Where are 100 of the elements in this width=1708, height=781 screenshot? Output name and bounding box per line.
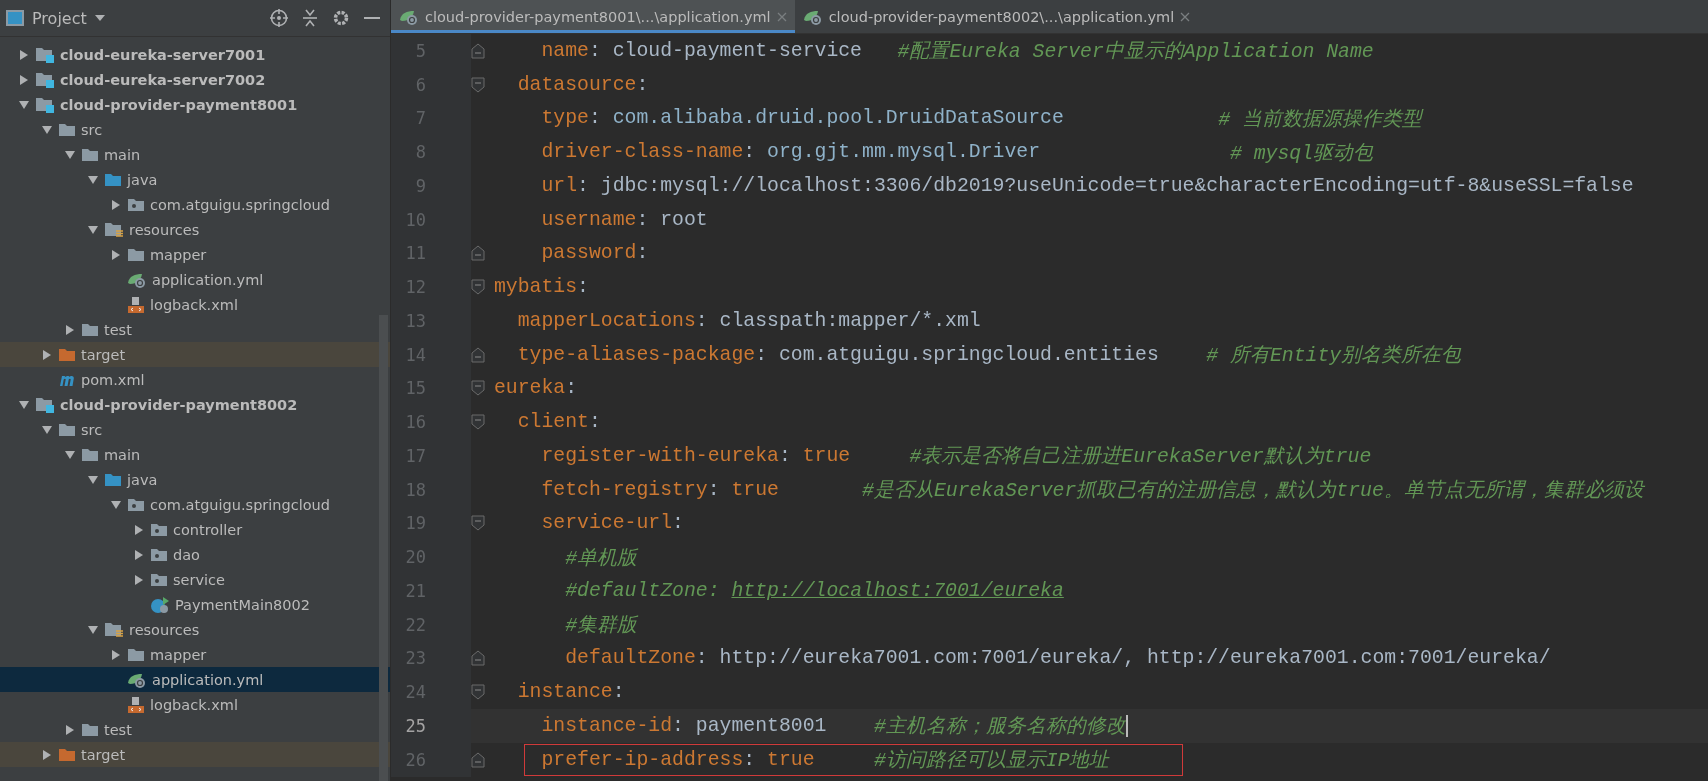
xml-file-icon xyxy=(127,695,145,714)
tree-item-label: src xyxy=(81,421,103,438)
fold-marker-icon[interactable] xyxy=(471,650,485,667)
tree-item[interactable]: mapper xyxy=(0,242,390,267)
tree-item-label: main xyxy=(104,446,141,463)
code-line: #集群版 xyxy=(564,614,638,640)
collapse-arrow-icon[interactable] xyxy=(41,123,53,136)
collapse-arrow-icon[interactable] xyxy=(87,223,99,236)
code-line: mapperLocations: classpath:mapper/*.xml xyxy=(516,308,981,334)
tree-item[interactable]: main xyxy=(0,442,390,467)
tree-item[interactable]: logback.xml xyxy=(0,292,390,317)
tree-item-label: resources xyxy=(129,621,200,638)
settings-icon[interactable] xyxy=(332,9,350,27)
tree-item[interactable]: java xyxy=(0,467,390,492)
tree-item[interactable]: cloud-eureka-server7002 xyxy=(0,67,390,92)
editor-tab[interactable]: cloud-provider-payment8002\...\application.yml xyxy=(794,0,1199,33)
tree-item-label: test xyxy=(104,721,132,738)
expand-arrow-icon[interactable] xyxy=(64,323,76,336)
collapse-arrow-icon[interactable] xyxy=(87,473,99,486)
fold-marker-icon[interactable] xyxy=(471,515,485,532)
tree-item[interactable]: dao xyxy=(0,542,390,567)
scrollbar-thumb[interactable] xyxy=(379,315,388,781)
expand-arrow-icon[interactable] xyxy=(110,198,122,211)
expand-arrow-icon[interactable] xyxy=(133,573,145,586)
tree-item[interactable]: application.yml xyxy=(0,667,390,692)
collapse-arrow-icon[interactable] xyxy=(87,623,99,636)
tree-item[interactable]: controller xyxy=(0,517,390,542)
tree-item[interactable]: application.yml xyxy=(0,267,390,292)
code-line: #单机版 xyxy=(564,546,638,572)
code-line: username: root xyxy=(540,207,708,233)
tree-item[interactable]: java xyxy=(0,167,390,192)
tree-item[interactable]: PaymentMain8002 xyxy=(0,592,390,617)
tree-item-label: main xyxy=(104,146,141,163)
code-line: instance: xyxy=(516,680,625,706)
tree-item[interactable]: resources xyxy=(0,617,390,642)
fold-marker-icon[interactable] xyxy=(471,414,485,431)
tree-item[interactable]: logback.xml xyxy=(0,692,390,717)
folder-icon xyxy=(81,446,99,463)
minimize-icon[interactable] xyxy=(364,16,380,20)
collapse-arrow-icon[interactable] xyxy=(64,148,76,161)
tree-item[interactable]: cloud-provider-payment8001 xyxy=(0,92,390,117)
tree-item-label: logback.xml xyxy=(150,296,238,313)
package-folder-icon xyxy=(150,571,168,588)
project-view-selector[interactable]: Project xyxy=(6,8,105,28)
collapse-arrow-icon[interactable] xyxy=(87,173,99,186)
package-folder-icon xyxy=(150,521,168,538)
tree-item-label: logback.xml xyxy=(150,696,238,713)
tree-item[interactable]: com.atguigu.springcloud xyxy=(0,492,390,517)
expand-arrow-icon[interactable] xyxy=(18,48,30,61)
fold-marker-icon[interactable] xyxy=(471,346,485,363)
fold-marker-icon[interactable] xyxy=(471,684,485,701)
tree-item[interactable]: resources xyxy=(0,217,390,242)
tree-item[interactable]: target xyxy=(0,342,390,367)
expand-arrow-icon[interactable] xyxy=(41,348,53,361)
code-line: datasource: xyxy=(516,72,649,98)
collapse-arrow-icon[interactable] xyxy=(18,398,30,411)
tree-item[interactable]: target xyxy=(0,742,390,767)
fold-marker-icon[interactable] xyxy=(471,279,485,296)
fold-marker-icon[interactable] xyxy=(471,380,485,397)
fold-marker-icon[interactable] xyxy=(471,245,485,262)
tree-item[interactable]: src xyxy=(0,417,390,442)
tree-item[interactable]: src xyxy=(0,117,390,142)
tree-item[interactable]: com.atguigu.springcloud xyxy=(0,192,390,217)
tree-item[interactable]: pom.xml xyxy=(0,367,390,392)
code-line: type-aliases-package: com.atguigu.springcloud.entities # 所有Entity别名类所在包 xyxy=(516,342,1462,370)
expand-arrow-icon[interactable] xyxy=(18,73,30,86)
tree-item-label: cloud-eureka-server7002 xyxy=(60,71,266,88)
close-icon[interactable] xyxy=(1180,11,1191,22)
expand-arrow-icon[interactable] xyxy=(110,648,122,661)
tree-item[interactable]: main xyxy=(0,142,390,167)
collapse-arrow-icon[interactable] xyxy=(41,423,53,436)
fold-marker-icon[interactable] xyxy=(471,42,485,59)
folder-icon xyxy=(58,421,76,438)
expand-arrow-icon[interactable] xyxy=(133,523,145,536)
collapse-arrow-icon[interactable] xyxy=(110,498,122,511)
collapse-all-icon[interactable] xyxy=(302,9,318,27)
package-folder-icon xyxy=(127,196,145,213)
xml-file-icon xyxy=(127,295,145,314)
tree-item-label: java xyxy=(127,171,158,188)
expand-arrow-icon[interactable] xyxy=(110,248,122,261)
collapse-arrow-icon[interactable] xyxy=(18,98,30,111)
crosshair-icon[interactable] xyxy=(270,9,288,27)
tree-item[interactable]: service xyxy=(0,567,390,592)
tree-item[interactable]: cloud-eureka-server7001 xyxy=(0,42,390,67)
tree-item[interactable]: cloud-provider-payment8002 xyxy=(0,392,390,417)
expand-arrow-icon[interactable] xyxy=(41,748,53,761)
editor-tab[interactable]: cloud-provider-payment8001\...\application.yml xyxy=(391,0,795,33)
tree-item[interactable]: mapper xyxy=(0,642,390,667)
tree-item[interactable]: test xyxy=(0,317,390,342)
fold-marker-icon[interactable] xyxy=(471,76,485,93)
tree-item-label: service xyxy=(173,571,225,588)
link[interactable]: http://localhost:7001/eureka xyxy=(731,579,1064,602)
collapse-arrow-icon[interactable] xyxy=(64,448,76,461)
code-line: password: xyxy=(540,241,649,267)
code-line: client: xyxy=(516,410,601,436)
expand-arrow-icon[interactable] xyxy=(133,548,145,561)
expand-arrow-icon[interactable] xyxy=(64,723,76,736)
fold-marker-icon[interactable] xyxy=(471,751,485,768)
tree-item[interactable]: test xyxy=(0,717,390,742)
folder-icon xyxy=(58,346,76,363)
